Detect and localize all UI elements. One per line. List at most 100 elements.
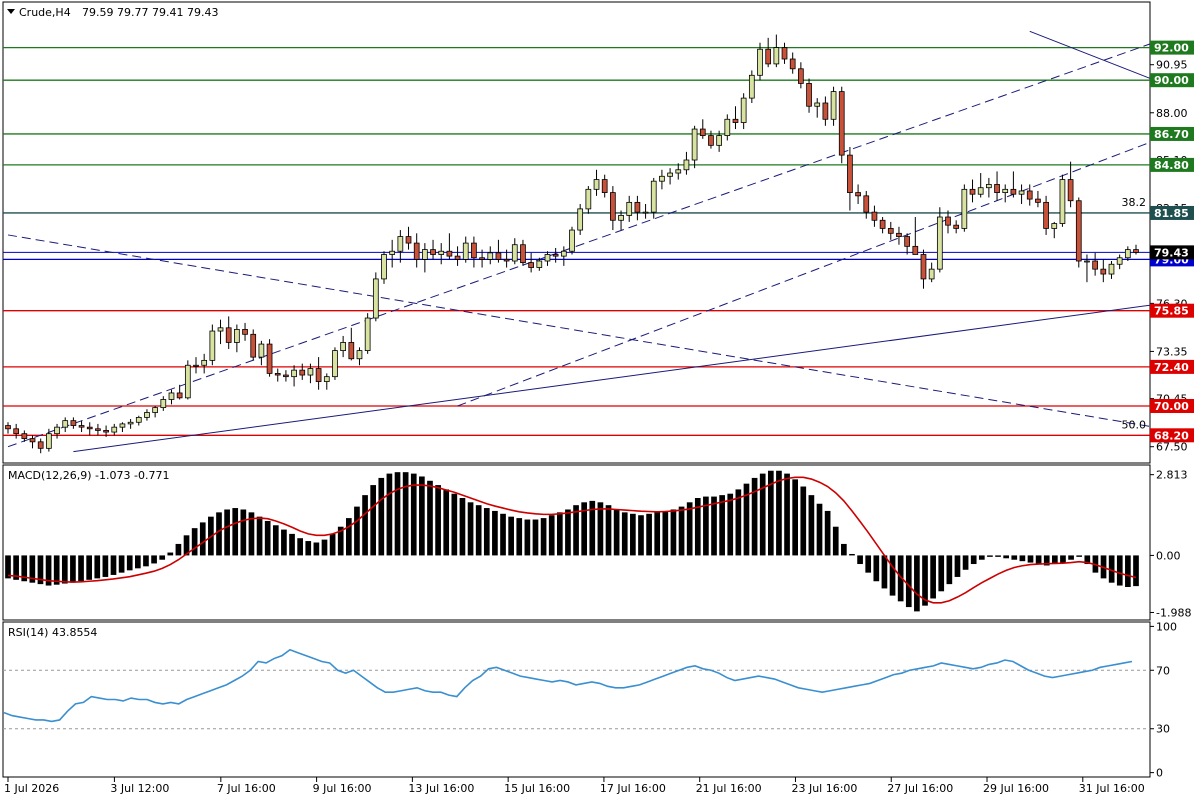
candle-body[interactable]	[364, 317, 371, 352]
candle-body[interactable]	[422, 249, 428, 260]
candle-body[interactable]	[773, 47, 780, 65]
candle-body[interactable]	[969, 188, 976, 195]
candle-body[interactable]	[274, 373, 281, 376]
candle-body[interactable]	[806, 83, 812, 107]
candle-body[interactable]	[397, 236, 404, 252]
candle-body[interactable]	[610, 192, 616, 221]
candle-body[interactable]	[585, 188, 592, 210]
candle-body[interactable]	[381, 254, 387, 280]
candle-body[interactable]	[217, 327, 224, 332]
candle-body[interactable]	[830, 91, 837, 120]
candle-body[interactable]	[699, 128, 706, 136]
candle-body[interactable]	[1116, 257, 1123, 265]
candle-body[interactable]	[495, 252, 502, 260]
candle-body[interactable]	[258, 343, 265, 358]
chart-canvas[interactable]: 90.9588.0085.1082.1579.4376.3073.3570.45…	[0, 0, 1200, 800]
candle-body[interactable]	[1124, 249, 1131, 259]
candle-body[interactable]	[356, 350, 363, 360]
candle-body[interactable]	[642, 211, 649, 214]
candle-body[interactable]	[21, 433, 28, 439]
candle-body[interactable]	[986, 184, 992, 189]
candle-body[interactable]	[234, 329, 240, 343]
candle-body[interactable]	[1002, 188, 1009, 193]
candle-body[interactable]	[54, 426, 60, 435]
candle-body[interactable]	[1075, 200, 1082, 262]
candle-body[interactable]	[511, 244, 518, 262]
candle-body[interactable]	[135, 416, 142, 423]
candle-body[interactable]	[544, 254, 551, 262]
candle-body[interactable]	[683, 159, 690, 171]
candle-body[interactable]	[299, 369, 306, 376]
candle-body[interactable]	[46, 433, 52, 449]
candle-body[interactable]	[912, 245, 919, 255]
candle-body[interactable]	[708, 135, 714, 146]
candle-body[interactable]	[438, 250, 445, 255]
candle-body[interactable]	[70, 420, 77, 426]
candle-body[interactable]	[822, 102, 829, 120]
candle-body[interactable]	[634, 201, 641, 213]
candle-body[interactable]	[29, 438, 36, 443]
candle-body[interactable]	[1108, 263, 1115, 275]
candle-body[interactable]	[348, 342, 355, 360]
candle-body[interactable]	[920, 254, 927, 280]
candle-body[interactable]	[593, 179, 600, 190]
candle-body[interactable]	[5, 425, 11, 430]
candle-body[interactable]	[462, 242, 469, 260]
candle-body[interactable]	[1035, 198, 1041, 203]
candle-body[interactable]	[225, 327, 232, 343]
candle-body[interactable]	[961, 188, 968, 229]
candle-body[interactable]	[798, 68, 804, 84]
candle-body[interactable]	[814, 102, 821, 107]
candle-body[interactable]	[1010, 188, 1017, 195]
candle-body[interactable]	[896, 232, 902, 237]
candle-body[interactable]	[413, 242, 420, 260]
candle-body[interactable]	[838, 91, 845, 156]
candle-body[interactable]	[86, 426, 93, 430]
candle-body[interactable]	[887, 228, 894, 234]
candle-body[interactable]	[446, 250, 453, 257]
candle-body[interactable]	[528, 262, 534, 268]
candle-body[interactable]	[740, 97, 747, 123]
candle-body[interactable]	[536, 260, 543, 268]
candle-body[interactable]	[994, 184, 1000, 193]
candle-body[interactable]	[724, 118, 731, 136]
candle-body[interactable]	[945, 216, 951, 226]
candle-body[interactable]	[372, 278, 379, 319]
candle-body[interactable]	[855, 192, 861, 197]
candle-body[interactable]	[560, 250, 567, 257]
candle-body[interactable]	[936, 216, 943, 270]
candle-body[interactable]	[520, 244, 526, 264]
candle-body[interactable]	[1043, 201, 1049, 229]
candle-body[interactable]	[487, 252, 494, 260]
candle-body[interactable]	[716, 135, 722, 146]
candle-body[interactable]	[479, 257, 485, 260]
candle-body[interactable]	[250, 333, 257, 358]
rsi-panel[interactable]: 100 70 30 0	[2, 620, 1177, 780]
candle-body[interactable]	[111, 426, 118, 433]
candle-body[interactable]	[103, 430, 109, 433]
candle-body[interactable]	[430, 249, 436, 255]
candle-body[interactable]	[601, 179, 608, 193]
candle-body[interactable]	[193, 364, 199, 367]
candle-body[interactable]	[405, 236, 412, 244]
candle-body[interactable]	[953, 224, 960, 229]
candle-body[interactable]	[675, 169, 682, 174]
candle-body[interactable]	[1026, 190, 1033, 200]
candle-body[interactable]	[283, 374, 289, 378]
candle-body[interactable]	[569, 229, 575, 252]
candle-body[interactable]	[315, 368, 322, 382]
trading-chart[interactable]: 90.9588.0085.1082.1579.4376.3073.3570.45…	[0, 0, 1200, 800]
candle-body[interactable]	[37, 441, 44, 449]
candle-body[interactable]	[307, 368, 314, 376]
candle-body[interactable]	[765, 48, 772, 65]
candle-body[interactable]	[201, 359, 208, 366]
candle-body[interactable]	[127, 421, 134, 425]
candle-body[interactable]	[95, 428, 101, 431]
candle-body[interactable]	[209, 330, 216, 361]
candle-body[interactable]	[78, 425, 85, 428]
candle-body[interactable]	[13, 428, 20, 435]
candle-body[interactable]	[160, 399, 167, 409]
candle-body[interactable]	[871, 211, 878, 221]
macd-panel[interactable]: 2.813 0.00 -1.988	[2, 464, 1191, 621]
price-panel[interactable]: 90.9588.0085.1082.1579.4376.3073.3570.45…	[2, 0, 1200, 464]
